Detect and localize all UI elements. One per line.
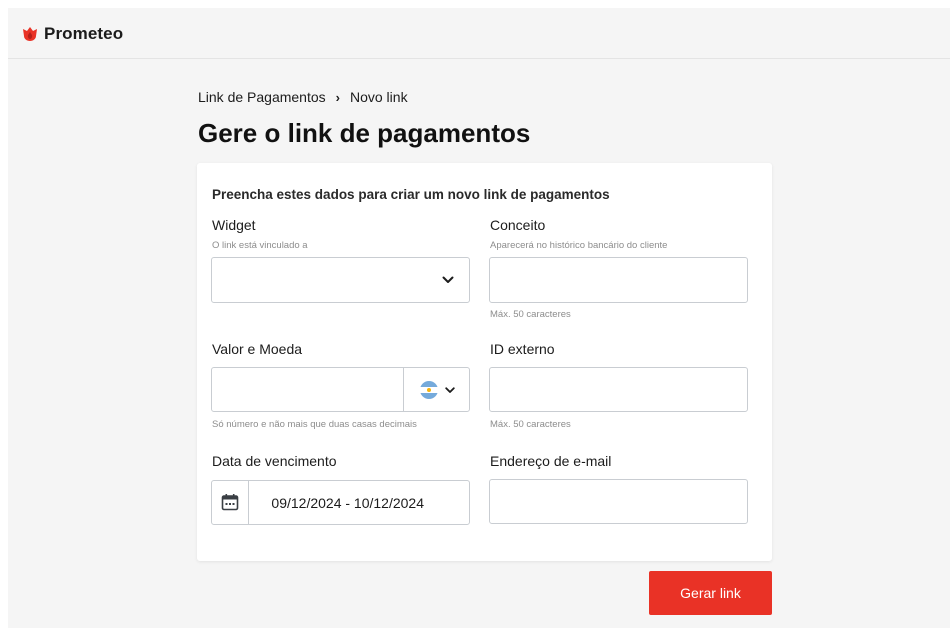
due-date-picker[interactable]: 09/12/2024 - 10/12/2024 [211, 480, 470, 525]
calendar-icon[interactable] [221, 493, 239, 511]
widget-hint: O link está vinculado a [212, 240, 308, 251]
app-logo[interactable]: Prometeo [22, 24, 123, 44]
breadcrumb: Link de Pagamentos › Novo link [198, 89, 408, 105]
app-window: Prometeo Link de Pagamentos › Novo link … [8, 8, 950, 628]
date-divider [248, 481, 249, 524]
amount-input[interactable] [212, 368, 403, 411]
amount-label: Valor e Moeda [212, 341, 303, 357]
due-date-label: Data de vencimento [212, 453, 337, 469]
email-label: Endereço de e-mail [490, 453, 612, 469]
form-card: Preencha estes dados para criar um novo … [197, 163, 772, 561]
widget-select[interactable] [211, 257, 470, 303]
concept-helper: Máx. 50 caracteres [490, 309, 571, 320]
external-id-label: ID externo [490, 341, 555, 357]
amount-helper: Só número e não mais que duas casas deci… [212, 419, 417, 430]
breadcrumb-parent-link[interactable]: Link de Pagamentos [198, 89, 326, 105]
argentina-flag-icon [420, 381, 438, 399]
amount-field [211, 367, 470, 412]
chevron-down-icon [445, 387, 455, 393]
concept-input[interactable] [489, 257, 748, 303]
chevron-down-icon [442, 276, 454, 283]
chevron-right-icon: › [335, 89, 340, 105]
currency-select[interactable] [404, 368, 470, 411]
breadcrumb-current: Novo link [349, 89, 408, 105]
email-input[interactable] [489, 479, 748, 524]
due-date-value: 09/12/2024 - 10/12/2024 [271, 495, 424, 511]
form-heading: Preencha estes dados para criar um novo … [212, 187, 610, 202]
app-name: Prometeo [44, 24, 124, 43]
page-title: Gere o link de pagamentos [198, 118, 531, 148]
concept-hint: Aparecerá no histórico bancário do clien… [490, 240, 668, 251]
top-bar: Prometeo [8, 8, 950, 59]
flame-logo-icon [22, 26, 38, 42]
external-id-input[interactable] [489, 367, 748, 412]
generate-link-button[interactable]: Gerar link [649, 571, 772, 615]
external-id-helper: Máx. 50 caracteres [490, 419, 571, 430]
concept-label: Conceito [490, 217, 546, 233]
widget-label: Widget [212, 217, 256, 233]
